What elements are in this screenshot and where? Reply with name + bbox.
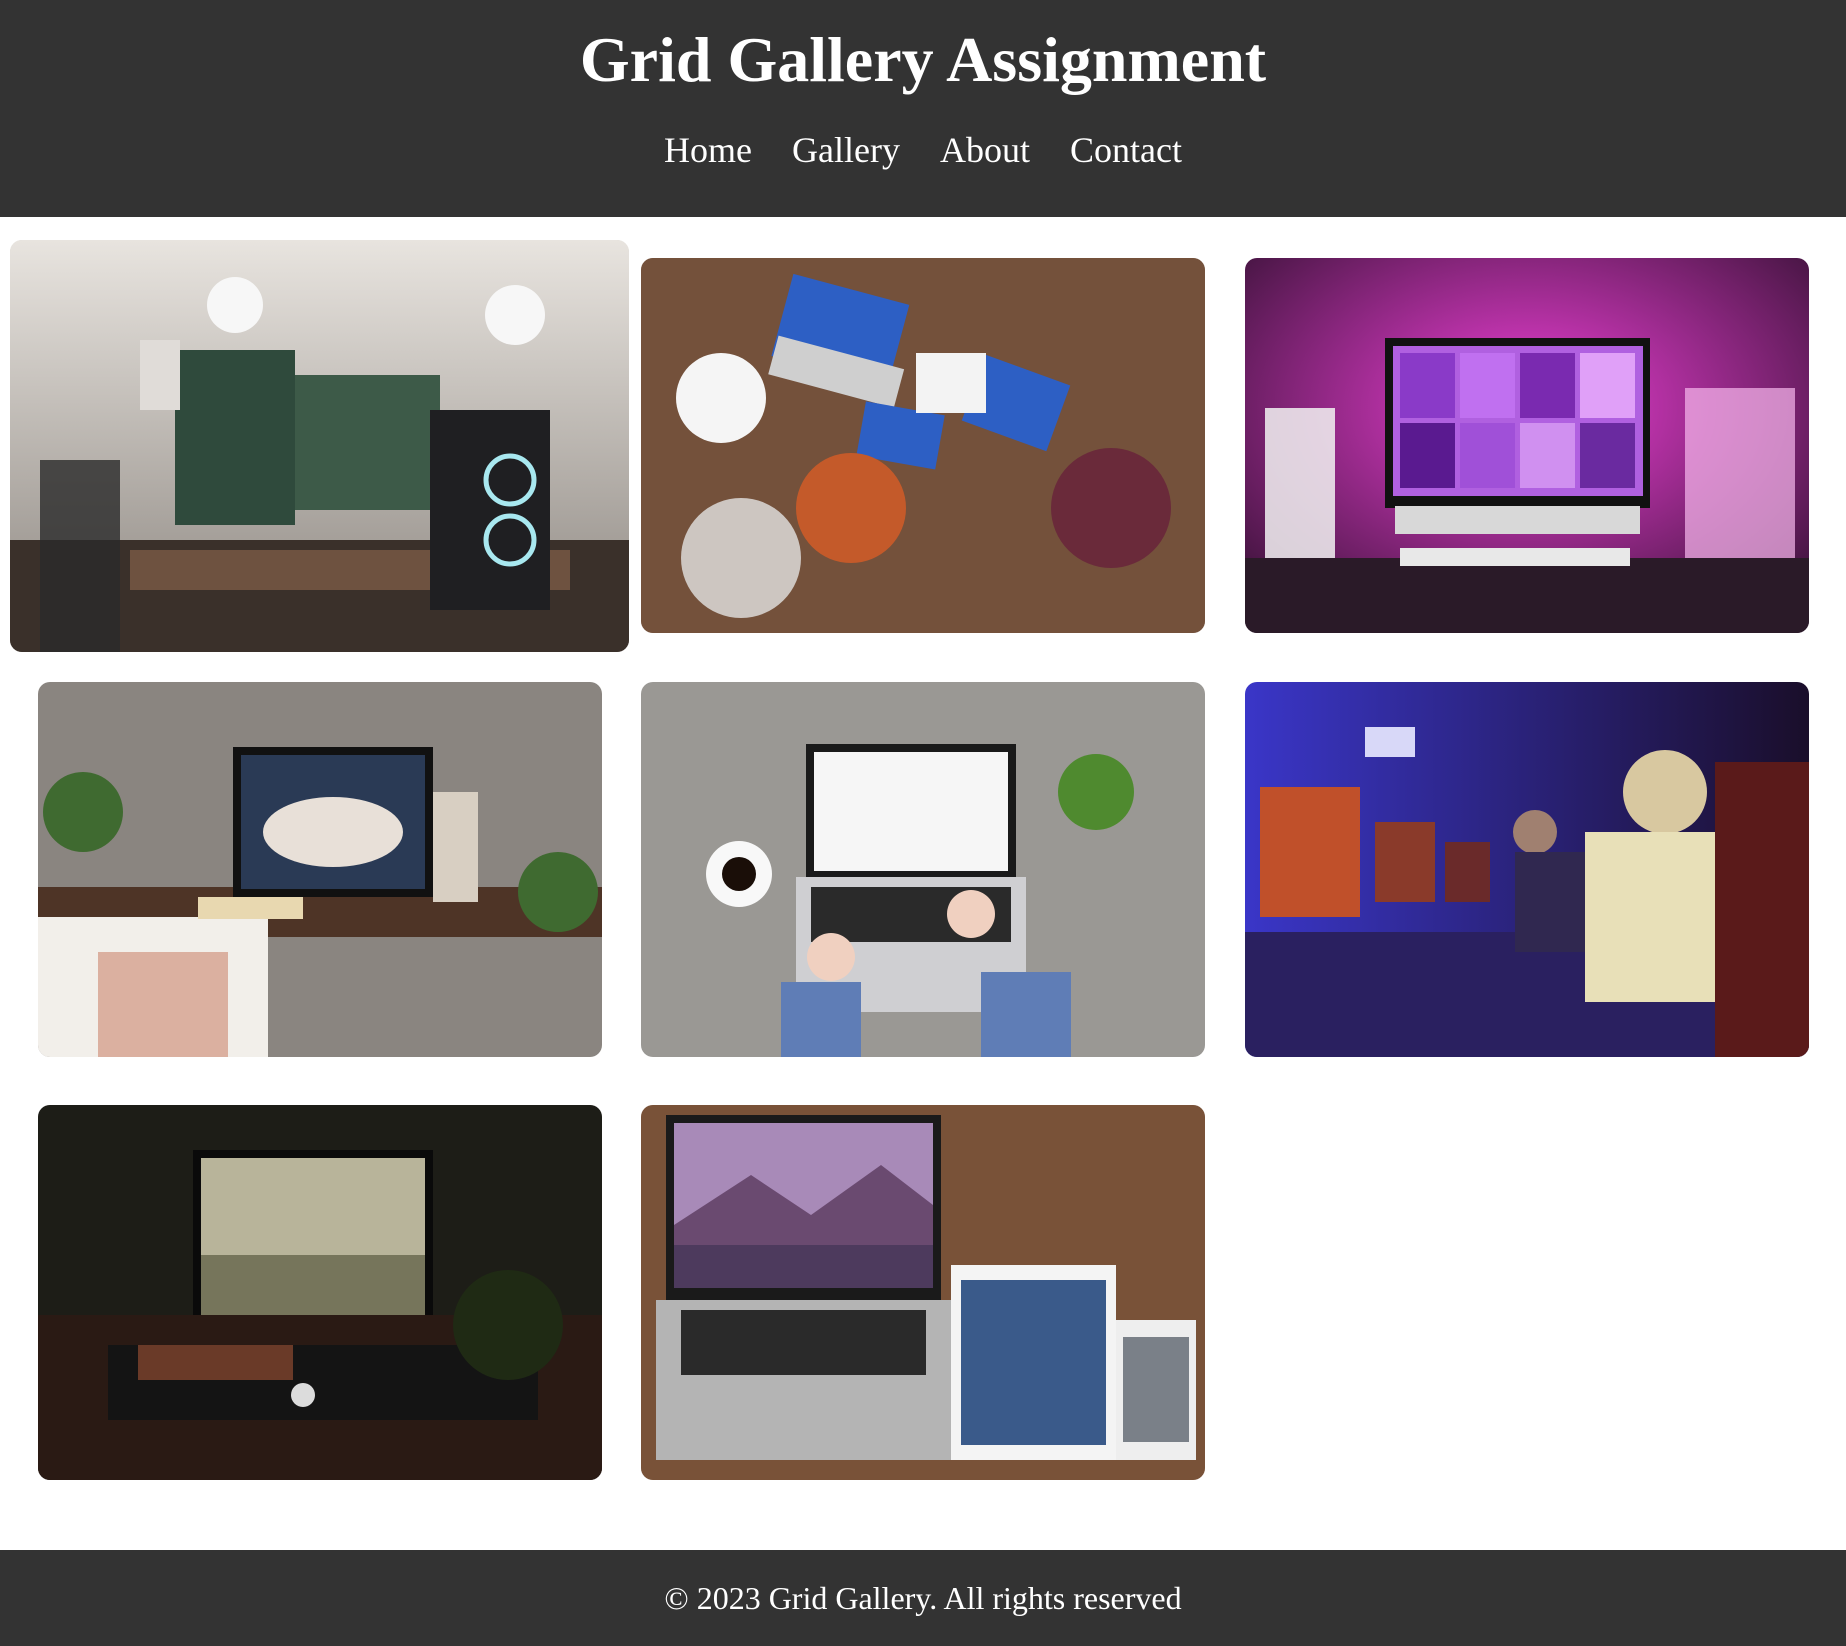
gallery-image[interactable] — [10, 240, 629, 652]
page-title: Grid Gallery Assignment — [579, 24, 1267, 95]
nav-about[interactable]: About — [940, 122, 1030, 178]
concrete-desk-image — [38, 682, 602, 1057]
nav-gallery[interactable]: Gallery — [792, 122, 900, 178]
main-nav: Home Gallery About Contact — [0, 122, 1846, 178]
devices-image — [641, 1105, 1205, 1480]
gallery-image[interactable] — [641, 682, 1205, 1057]
pink-imac-image — [1245, 258, 1809, 633]
site-header: Grid Gallery Assignment Home Gallery Abo… — [0, 0, 1846, 217]
gallery-image[interactable] — [38, 682, 602, 1057]
nav-home[interactable]: Home — [664, 122, 752, 178]
gallery-image[interactable] — [1245, 682, 1809, 1057]
laptop-typing-image — [641, 682, 1205, 1057]
gallery-image[interactable] — [641, 1105, 1205, 1480]
esports-arena-image — [1245, 682, 1809, 1057]
gallery-image[interactable] — [641, 258, 1205, 633]
nav-contact[interactable]: Contact — [1070, 122, 1182, 178]
gallery-image[interactable] — [1245, 258, 1809, 633]
copyright-text: © 2023 Grid Gallery. All rights reserved — [664, 1580, 1182, 1616]
team-meeting-image — [641, 258, 1205, 633]
gallery-image[interactable] — [38, 1105, 602, 1480]
site-footer: © 2023 Grid Gallery. All rights reserved — [0, 1550, 1846, 1646]
dark-desk-image — [38, 1105, 602, 1480]
gaming-desk-image — [10, 240, 629, 652]
